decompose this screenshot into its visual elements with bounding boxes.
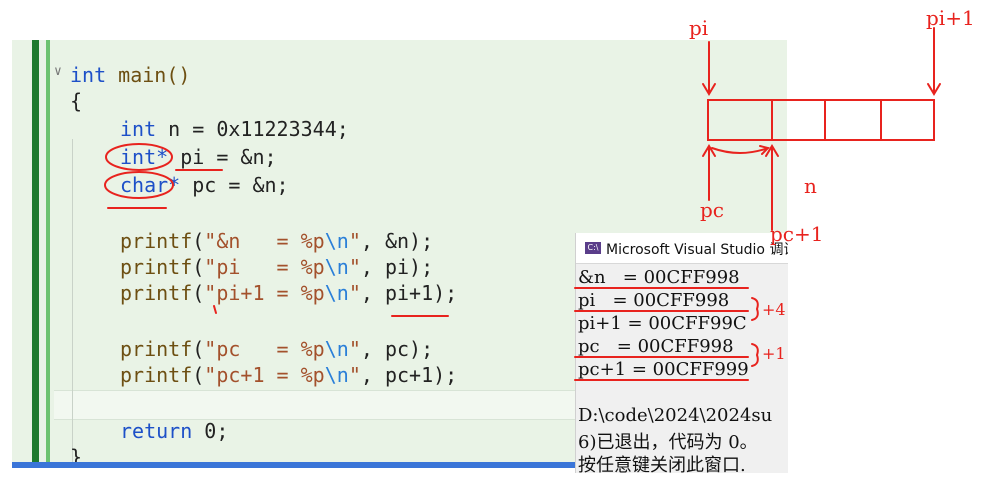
label-pi: pi [689, 16, 709, 40]
annotation-overlay [104, 27, 941, 381]
brace-plus1 [751, 343, 759, 367]
circle-int-ptr [105, 143, 173, 171]
label-plus1: +1 [762, 344, 786, 363]
tick-mark [213, 305, 217, 314]
label-n: n [804, 174, 817, 198]
label-pc-plus-1: pc+1 [770, 222, 824, 246]
label-plus4: +4 [762, 300, 786, 319]
label-pc: pc [700, 198, 725, 222]
brace-plus4 [751, 297, 759, 321]
label-pi-plus-1: pi+1 [926, 6, 975, 30]
step-arrow [711, 147, 769, 154]
circle-char-ptr [104, 171, 174, 199]
memory-box [707, 99, 935, 141]
